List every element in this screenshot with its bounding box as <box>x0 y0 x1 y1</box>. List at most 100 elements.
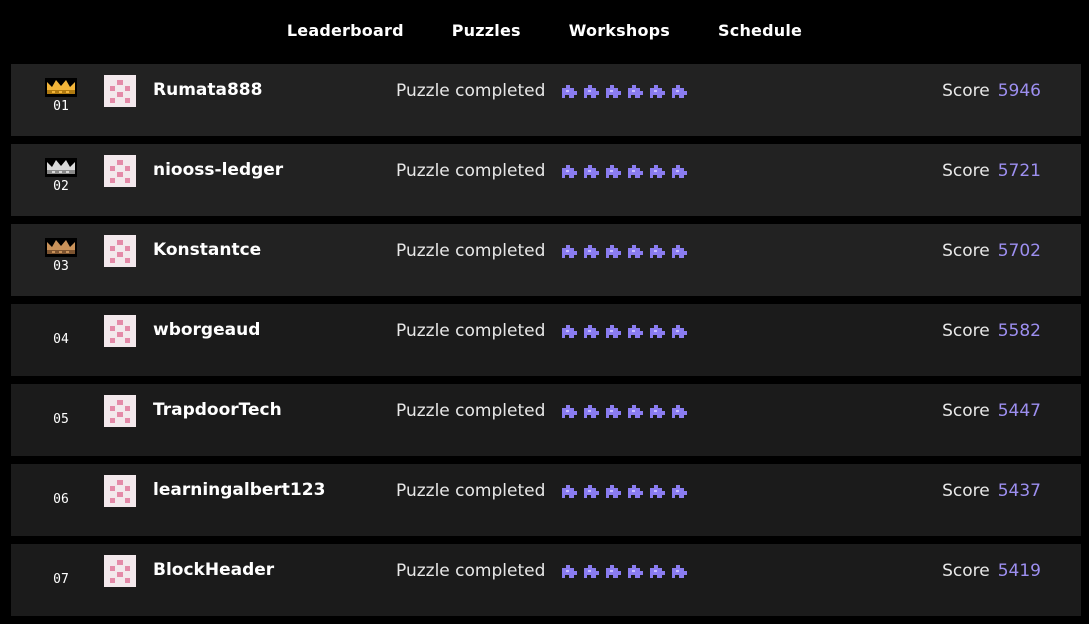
username[interactable]: wborgeaud <box>153 320 260 340</box>
puzzle-piece-icon <box>560 402 578 420</box>
score-value: 5447 <box>997 401 1041 421</box>
puzzle-piece-icon <box>626 562 644 580</box>
nav-workshops[interactable]: Workshops <box>569 21 670 40</box>
puzzle-piece-icon <box>604 562 622 580</box>
top-navigation: Leaderboard Puzzles Workshops Schedule <box>0 0 1089 60</box>
puzzle-piece-icon <box>670 562 688 580</box>
puzzle-piece-icon <box>626 82 644 100</box>
rank-cell: 06 <box>41 464 81 536</box>
puzzle-piece-icon <box>582 482 600 500</box>
puzzle-piece-icon <box>582 562 600 580</box>
status-text: Puzzle completed <box>396 161 546 181</box>
avatar[interactable] <box>104 315 136 347</box>
username[interactable]: niooss-ledger <box>153 160 283 180</box>
rank-number: 01 <box>53 99 69 114</box>
nav-schedule[interactable]: Schedule <box>718 21 802 40</box>
rank-cell: 05 <box>41 384 81 456</box>
puzzle-piece-icon <box>648 82 666 100</box>
rank-number: 06 <box>53 492 69 507</box>
rank-number: 07 <box>53 572 69 587</box>
puzzle-piece-icon <box>604 402 622 420</box>
puzzle-pieces <box>560 162 692 182</box>
puzzle-piece-icon <box>626 242 644 260</box>
puzzle-piece-icon <box>560 482 578 500</box>
puzzle-pieces <box>560 482 692 502</box>
leaderboard-row[interactable]: 02 niooss-ledger Puzzle completed Score 5721 <box>11 144 1081 216</box>
score-label: Score <box>942 481 990 501</box>
score-value: 5721 <box>997 161 1041 181</box>
score-label: Score <box>942 81 990 101</box>
rank-number: 03 <box>53 259 69 274</box>
username[interactable]: TrapdoorTech <box>153 400 282 420</box>
status-text: Puzzle completed <box>396 401 546 421</box>
score-label: Score <box>942 241 990 261</box>
puzzle-piece-icon <box>582 402 600 420</box>
puzzle-piece-icon <box>560 162 578 180</box>
puzzle-piece-icon <box>648 162 666 180</box>
avatar[interactable] <box>104 475 136 507</box>
username[interactable]: learningalbert123 <box>153 480 325 500</box>
score: Score 5447 <box>942 401 1041 421</box>
puzzle-piece-icon <box>670 82 688 100</box>
puzzle-piece-icon <box>604 162 622 180</box>
puzzle-piece-icon <box>670 402 688 420</box>
avatar[interactable] <box>104 75 136 107</box>
score-label: Score <box>942 161 990 181</box>
rank-cell: 03 <box>41 224 81 296</box>
puzzle-piece-icon <box>670 242 688 260</box>
puzzle-pieces <box>560 322 692 342</box>
score-label: Score <box>942 321 990 341</box>
score-value: 5437 <box>997 481 1041 501</box>
rank-cell: 01 <box>41 64 81 136</box>
username[interactable]: Rumata888 <box>153 80 262 100</box>
avatar[interactable] <box>104 235 136 267</box>
avatar[interactable] <box>104 555 136 587</box>
avatar[interactable] <box>104 395 136 427</box>
score: Score 5946 <box>942 81 1041 101</box>
status-text: Puzzle completed <box>396 321 546 341</box>
nav-leaderboard[interactable]: Leaderboard <box>287 21 404 40</box>
score: Score 5582 <box>942 321 1041 341</box>
rank-number: 02 <box>53 179 69 194</box>
leaderboard-row[interactable]: 03 Konstantce Puzzle completed Score 5702 <box>11 224 1081 296</box>
leaderboard-row[interactable]: 01 Rumata888 Puzzle completed Score 5946 <box>11 64 1081 136</box>
leaderboard-row[interactable]: 05 TrapdoorTech Puzzle completed Score 5447 <box>11 384 1081 456</box>
puzzle-pieces <box>560 242 692 262</box>
puzzle-piece-icon <box>604 482 622 500</box>
puzzle-piece-icon <box>626 162 644 180</box>
leaderboard-row[interactable]: 06 learningalbert123 Puzzle completed Score… <box>11 464 1081 536</box>
puzzle-piece-icon <box>582 82 600 100</box>
puzzle-piece-icon <box>626 402 644 420</box>
username[interactable]: Konstantce <box>153 240 261 260</box>
puzzle-piece-icon <box>670 322 688 340</box>
puzzle-piece-icon <box>604 242 622 260</box>
score-value: 5702 <box>997 241 1041 261</box>
rank-cell: 02 <box>41 144 81 216</box>
puzzle-piece-icon <box>560 562 578 580</box>
rank-number: 05 <box>53 412 69 427</box>
puzzle-pieces <box>560 562 692 582</box>
rank-cell: 04 <box>41 304 81 376</box>
bronze-crown-icon <box>44 236 78 258</box>
puzzle-piece-icon <box>582 162 600 180</box>
puzzle-piece-icon <box>582 322 600 340</box>
puzzle-piece-icon <box>648 562 666 580</box>
username[interactable]: BlockHeader <box>153 560 274 580</box>
score: Score 5419 <box>942 561 1041 581</box>
leaderboard-row[interactable]: 07 BlockHeader Puzzle completed Score 5419 <box>11 544 1081 616</box>
puzzle-piece-icon <box>648 322 666 340</box>
puzzle-piece-icon <box>604 82 622 100</box>
nav-puzzles[interactable]: Puzzles <box>452 21 521 40</box>
puzzle-pieces <box>560 82 692 102</box>
rank-number: 04 <box>53 332 69 347</box>
puzzle-piece-icon <box>648 242 666 260</box>
status-text: Puzzle completed <box>396 561 546 581</box>
score-value: 5419 <box>997 561 1041 581</box>
puzzle-piece-icon <box>560 82 578 100</box>
puzzle-piece-icon <box>670 482 688 500</box>
avatar[interactable] <box>104 155 136 187</box>
leaderboard-row[interactable]: 04 wborgeaud Puzzle completed Score 5582 <box>11 304 1081 376</box>
score-label: Score <box>942 561 990 581</box>
puzzle-piece-icon <box>582 242 600 260</box>
score-label: Score <box>942 401 990 421</box>
